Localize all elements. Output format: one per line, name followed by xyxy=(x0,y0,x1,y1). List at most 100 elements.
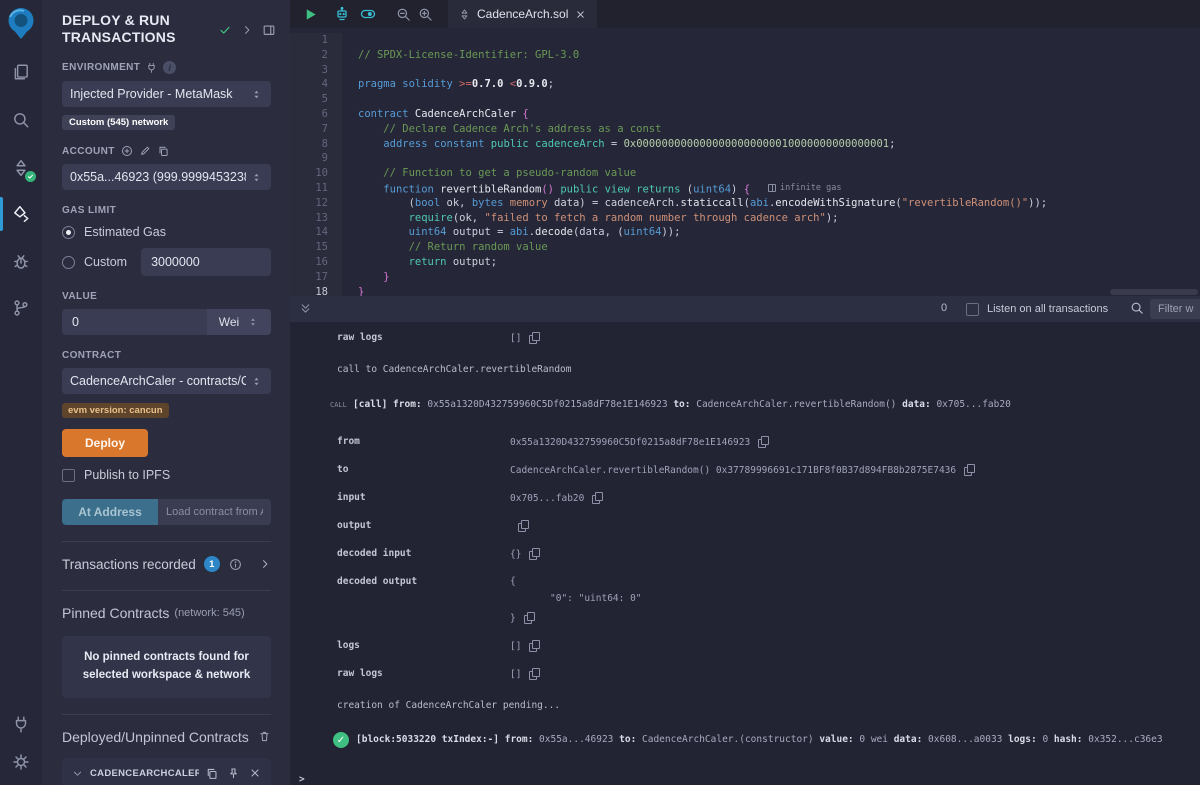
line-number: 14 xyxy=(290,225,342,240)
estimated-gas-radio[interactable] xyxy=(62,226,75,239)
deploy-button[interactable]: Deploy xyxy=(62,429,148,457)
terminal-row-label: output xyxy=(337,520,510,531)
file-explorer-icon[interactable] xyxy=(0,57,42,87)
sign-message-icon[interactable] xyxy=(139,145,151,157)
line-number: 9 xyxy=(290,151,342,166)
terminal-row-label: from xyxy=(337,436,510,447)
custom-gas-input[interactable] xyxy=(141,248,271,276)
code-text: return output; xyxy=(342,255,497,270)
copy-account-icon[interactable] xyxy=(157,145,169,157)
publish-ipfs-checkbox[interactable] xyxy=(62,469,75,482)
at-address-input[interactable] xyxy=(158,499,271,525)
deployed-contracts-title: Deployed/Unpinned Contracts xyxy=(62,729,249,745)
listen-all-label: Listen on all transactions xyxy=(987,303,1108,315)
play-icon[interactable] xyxy=(303,7,318,22)
solidity-compiler-icon[interactable] xyxy=(0,153,42,183)
pinned-contracts-title: Pinned Contracts xyxy=(62,605,169,621)
copy-icon[interactable] xyxy=(964,464,975,476)
terminal-call-row: CALL[call] from: 0x55a1320D432759960C5Df… xyxy=(290,399,1200,410)
custom-gas-radio[interactable] xyxy=(62,256,75,269)
call-summary: [call] from: 0x55a1320D432759960C5Df0215… xyxy=(353,399,1011,410)
horizontal-scrollbar[interactable] xyxy=(1110,289,1198,295)
deployed-contract-card: CADENCEARCHCALER AT 0) Balance: 0 ETH ca… xyxy=(62,758,271,785)
terminal-kv-row: decoded input{} xyxy=(290,548,1200,560)
clear-deployed-icon[interactable] xyxy=(258,730,271,743)
search-icon[interactable] xyxy=(0,105,42,135)
pinned-network-label: (network: 545) xyxy=(174,607,244,619)
terminal-prompt[interactable]: > xyxy=(290,774,1200,785)
copy-icon[interactable] xyxy=(529,668,540,680)
terminal-row-value: 0x55a1320D432759960C5Df0215a8dF78e1E1469… xyxy=(510,436,769,448)
environment-select[interactable]: Injected Provider - MetaMask xyxy=(62,81,271,107)
zoom-in-icon[interactable] xyxy=(418,7,433,22)
terminal-row-value xyxy=(510,520,529,532)
code-text: address constant public cadenceArch = 0x… xyxy=(342,137,895,152)
add-account-icon[interactable] xyxy=(121,145,133,157)
copy-icon[interactable] xyxy=(529,548,540,560)
robot-icon[interactable] xyxy=(334,6,350,22)
value-input[interactable] xyxy=(62,309,207,335)
transactions-info-icon[interactable] xyxy=(229,558,242,571)
debugger-icon[interactable] xyxy=(0,247,42,277)
source-control-icon[interactable] xyxy=(0,293,42,323)
code-line: 1 xyxy=(290,33,1200,48)
remove-contract-icon[interactable] xyxy=(249,767,261,780)
transactions-expand-icon[interactable] xyxy=(259,558,271,570)
settings-icon[interactable] xyxy=(0,747,42,777)
deploy-run-icon[interactable] xyxy=(0,199,42,229)
collapse-contract-icon[interactable] xyxy=(72,768,83,779)
line-number: 7 xyxy=(290,122,342,137)
pin-contract-icon[interactable] xyxy=(227,767,240,780)
close-tab-icon[interactable] xyxy=(575,9,586,20)
publish-ipfs-label: Publish to IPFS xyxy=(84,468,170,482)
code-line: 13 require(ok, "failed to fetch a random… xyxy=(290,211,1200,226)
activity-bar xyxy=(0,0,42,785)
terminal-filter-input[interactable] xyxy=(1150,299,1200,319)
copy-icon[interactable] xyxy=(529,640,540,652)
copy-icon[interactable] xyxy=(529,332,540,344)
terminal-output[interactable]: raw logs[]call to CadenceArchCaler.rever… xyxy=(290,322,1200,785)
terminal-row-label: decoded input xyxy=(337,548,510,559)
block-summary: [block:5033220 txIndex:-] from: 0x55a...… xyxy=(356,734,1163,745)
line-number: 15 xyxy=(290,240,342,255)
panel-forward-icon[interactable] xyxy=(241,24,253,36)
zoom-out-icon[interactable] xyxy=(396,7,411,22)
contract-select[interactable]: CadenceArchCaler - contracts/Cac xyxy=(62,368,271,394)
line-number: 1 xyxy=(290,33,342,48)
copy-icon[interactable] xyxy=(518,520,529,532)
terminal-row-label: decoded output xyxy=(337,576,510,587)
copy-icon[interactable] xyxy=(758,436,769,448)
terminal-search-icon xyxy=(1130,301,1144,315)
evm-version-badge: evm version: cancun xyxy=(62,403,169,418)
gas-limit-label: GAS LIMIT xyxy=(62,205,116,216)
value-unit-select[interactable]: Wei xyxy=(207,309,271,335)
line-number: 16 xyxy=(290,255,342,270)
code-line: 14 uint64 output = abi.decode(data, (uin… xyxy=(290,225,1200,240)
transactions-recorded-section[interactable]: Transactions recorded 1 xyxy=(62,542,271,574)
code-line: 16 return output; xyxy=(290,255,1200,270)
decoded-inner: "0": "uint64: 0" xyxy=(510,593,642,604)
at-address-button[interactable]: At Address xyxy=(62,499,158,525)
copy-icon[interactable] xyxy=(524,612,535,624)
copy-icon[interactable] xyxy=(592,492,603,504)
line-number: 10 xyxy=(290,166,342,181)
listen-all-checkbox[interactable] xyxy=(966,303,979,316)
code-text xyxy=(342,33,358,48)
tab-cadencearch-sol[interactable]: CadenceArch.sol xyxy=(448,0,597,28)
custom-gas-label: Custom xyxy=(84,255,127,269)
success-check-icon xyxy=(333,732,349,748)
collapse-terminal-icon[interactable] xyxy=(299,302,312,315)
fork-icon[interactable] xyxy=(146,62,157,73)
code-text: // Declare Cadence Arch's address as a c… xyxy=(342,122,661,137)
plugin-manager-icon[interactable] xyxy=(0,709,42,739)
pin-panel-icon[interactable] xyxy=(262,23,276,37)
terminal-row-label: raw logs xyxy=(337,668,510,679)
line-number: 4 xyxy=(290,77,342,92)
code-text: (bool ok, bytes memory data) = cadenceAr… xyxy=(342,196,1047,211)
environment-info-icon[interactable]: i xyxy=(163,61,176,74)
code-editor[interactable]: 12// SPDX-License-Identifier: GPL-3.034p… xyxy=(290,28,1200,296)
account-select[interactable]: 0x55a...46923 (999.9999453238 xyxy=(62,164,271,190)
toggle-icon[interactable] xyxy=(359,6,377,22)
remix-logo[interactable] xyxy=(5,6,37,40)
copy-address-icon[interactable] xyxy=(205,767,218,780)
